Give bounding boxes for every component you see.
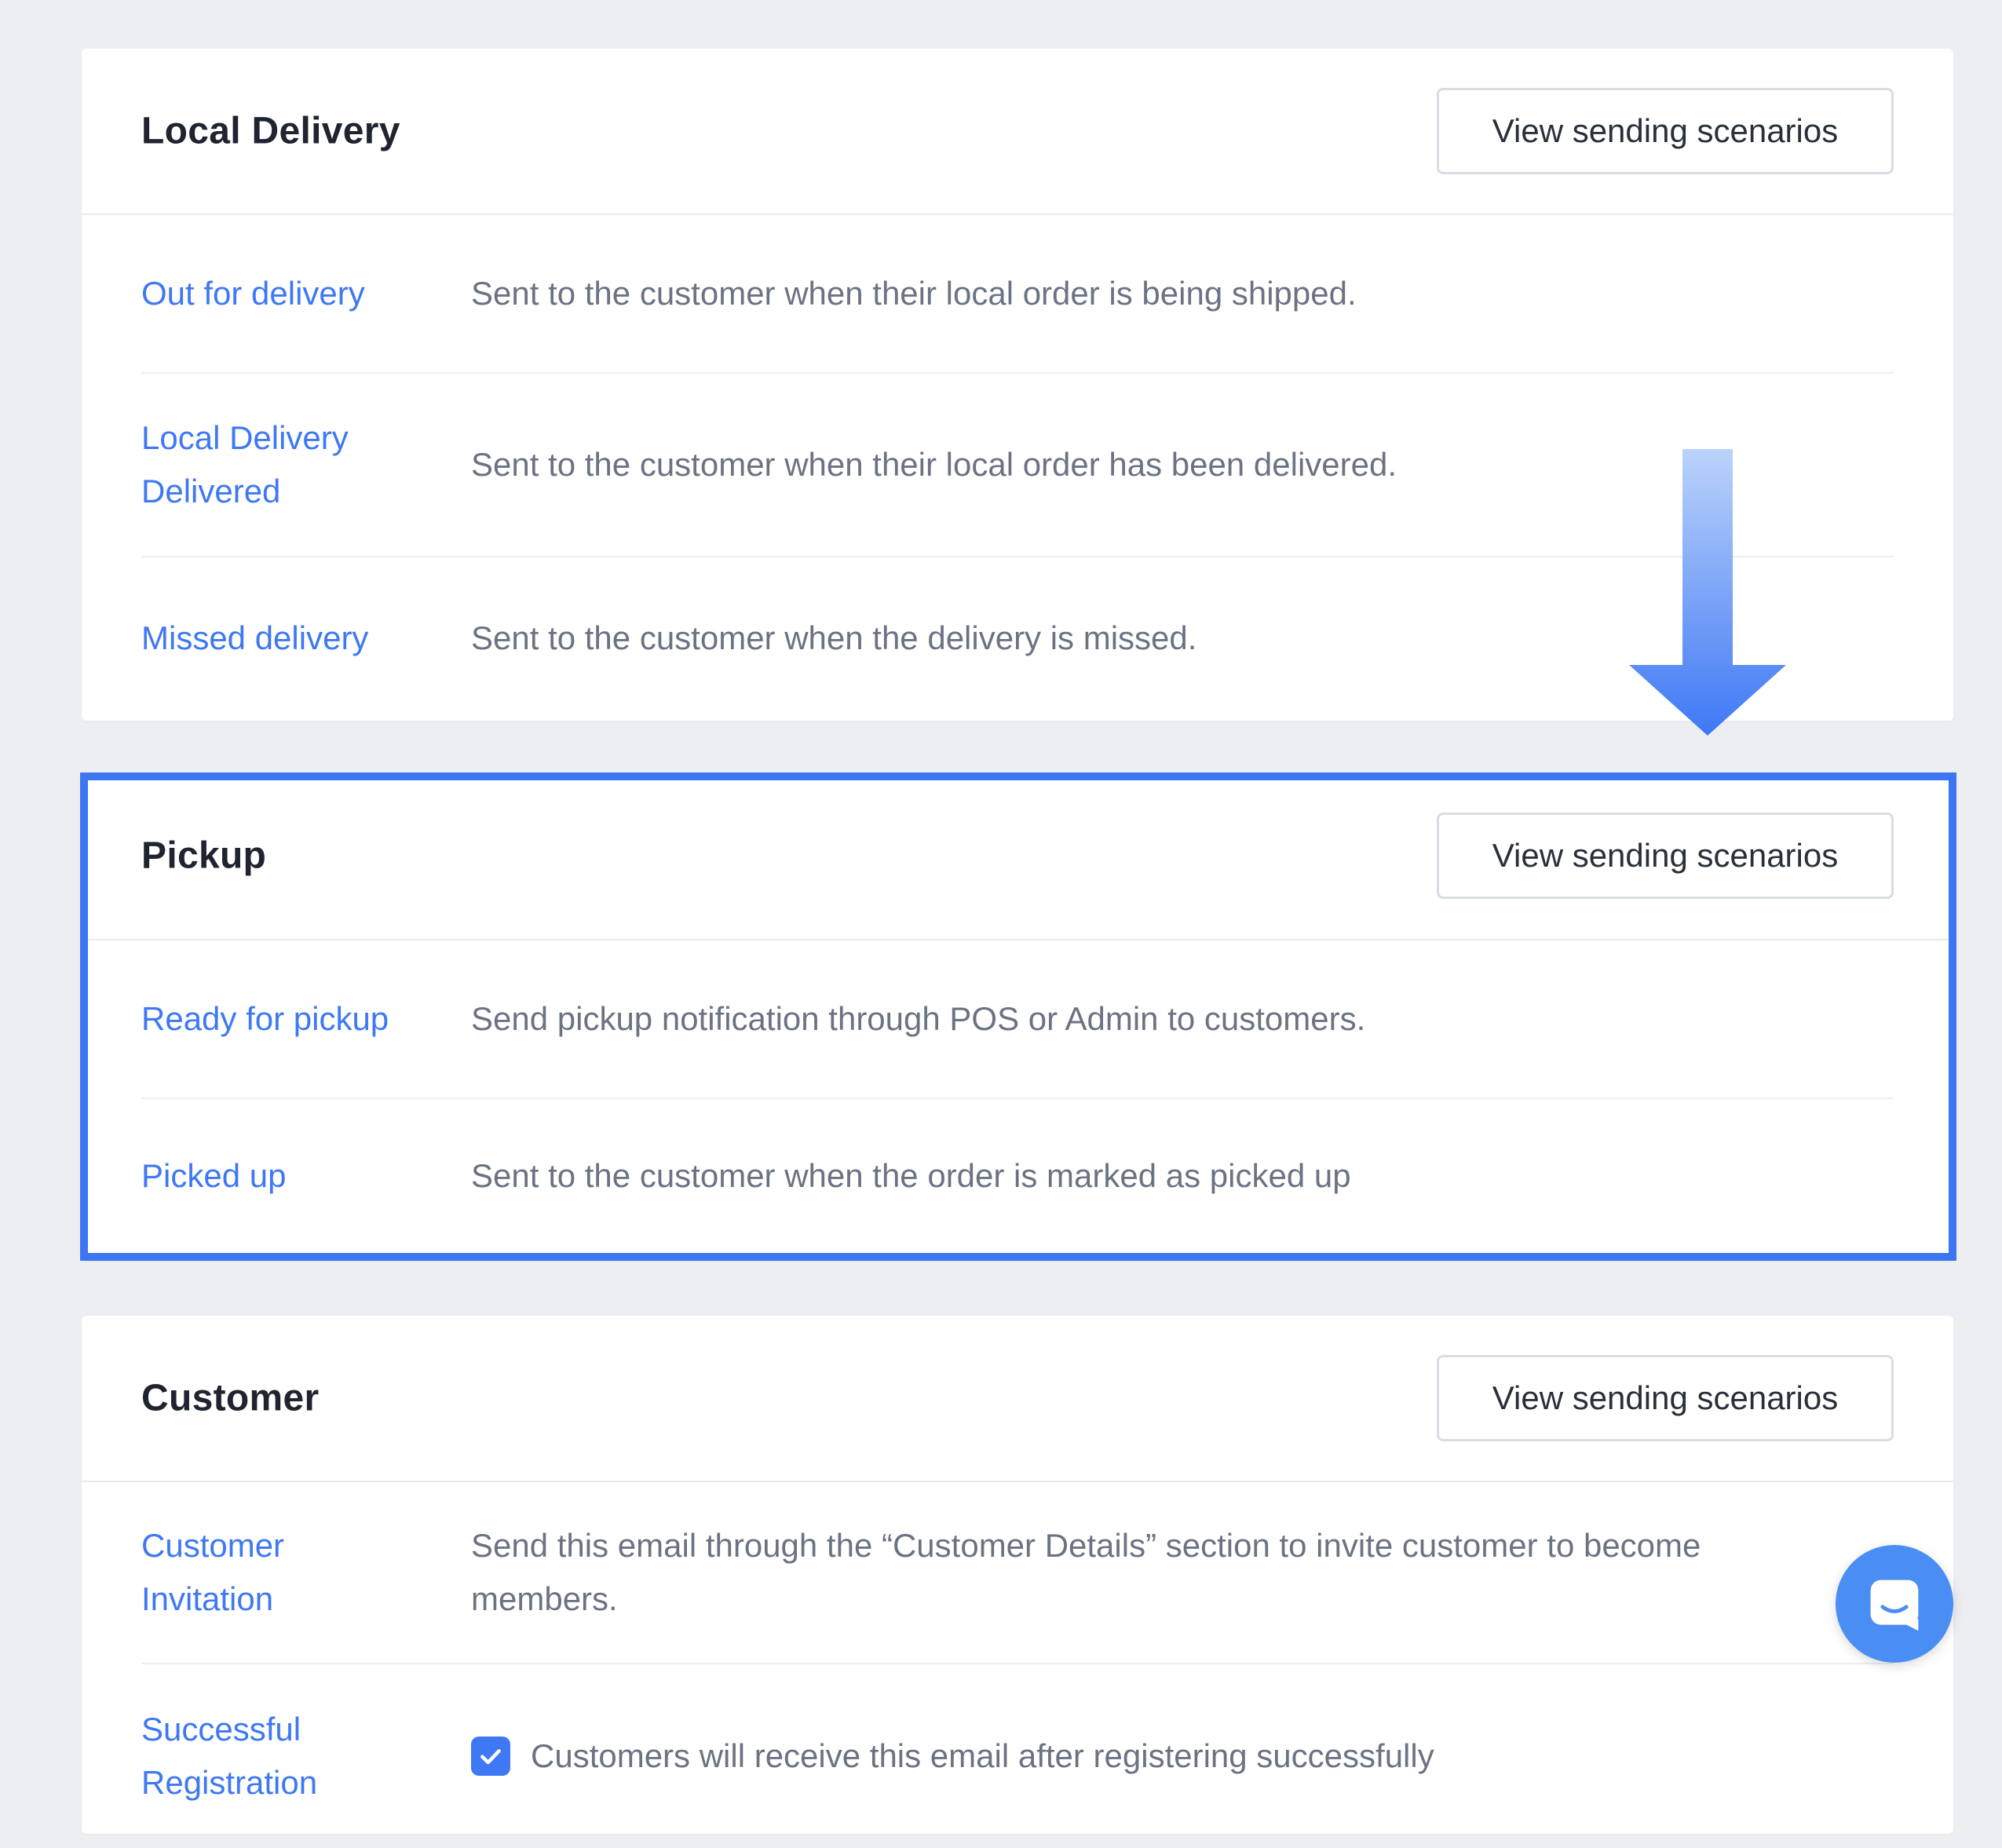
list-item: Ready for pickup Send pickup notificatio… (141, 940, 1894, 1099)
card-header: Local Delivery View sending scenarios (82, 49, 1953, 215)
checkbox-label: Customers will receive this email after … (531, 1737, 1434, 1774)
card-header: Customer View sending scenarios (82, 1316, 1953, 1482)
pickup-card: Pickup View sending scenarios Ready for … (82, 772, 1953, 1261)
card-title: Customer (141, 1377, 320, 1419)
down-arrow-icon (1629, 449, 1786, 736)
card-title: Local Delivery (141, 110, 400, 152)
list-item: Customer Invitation Send this email thro… (141, 1482, 1894, 1664)
chat-icon (1870, 1580, 1919, 1631)
notification-description: Send this email through the “Customer De… (471, 1527, 1701, 1617)
list-item: Successful Registration Customers will r… (141, 1664, 1894, 1848)
notification-description: Sent to the customer when the order is m… (471, 1157, 1351, 1194)
chat-button[interactable] (1836, 1545, 1953, 1663)
notification-link[interactable]: Successful Registration (141, 1703, 471, 1810)
notification-description: Sent to the customer when their local or… (471, 275, 1357, 312)
notification-link[interactable]: Local Delivery Delivered (141, 411, 471, 518)
card-title: Pickup (141, 835, 267, 877)
notification-link[interactable]: Missed delivery (141, 612, 471, 665)
list-item: Out for delivery Sent to the customer wh… (141, 215, 1894, 374)
notification-link[interactable]: Ready for pickup (141, 992, 471, 1046)
notification-list: Ready for pickup Send pickup notificatio… (82, 940, 1953, 1253)
customer-card: Customer View sending scenarios Customer… (82, 1316, 1953, 1834)
card-header: Pickup View sending scenarios (82, 772, 1953, 940)
notification-link[interactable]: Customer Invitation (141, 1519, 471, 1626)
notification-description: Send pickup notification through POS or … (471, 1000, 1366, 1037)
notification-link[interactable]: Picked up (141, 1149, 471, 1203)
notification-list: Customer Invitation Send this email thro… (82, 1482, 1953, 1848)
view-sending-scenarios-button[interactable]: View sending scenarios (1437, 813, 1894, 899)
view-sending-scenarios-button[interactable]: View sending scenarios (1437, 1355, 1894, 1441)
list-item: Picked up Sent to the customer when the … (141, 1099, 1894, 1253)
registration-checkbox[interactable] (471, 1737, 510, 1776)
view-sending-scenarios-button[interactable]: View sending scenarios (1437, 88, 1894, 174)
notification-link[interactable]: Out for delivery (141, 267, 471, 320)
checkmark-icon (480, 1749, 501, 1765)
notification-description: Customers will receive this email after … (471, 1729, 1894, 1783)
